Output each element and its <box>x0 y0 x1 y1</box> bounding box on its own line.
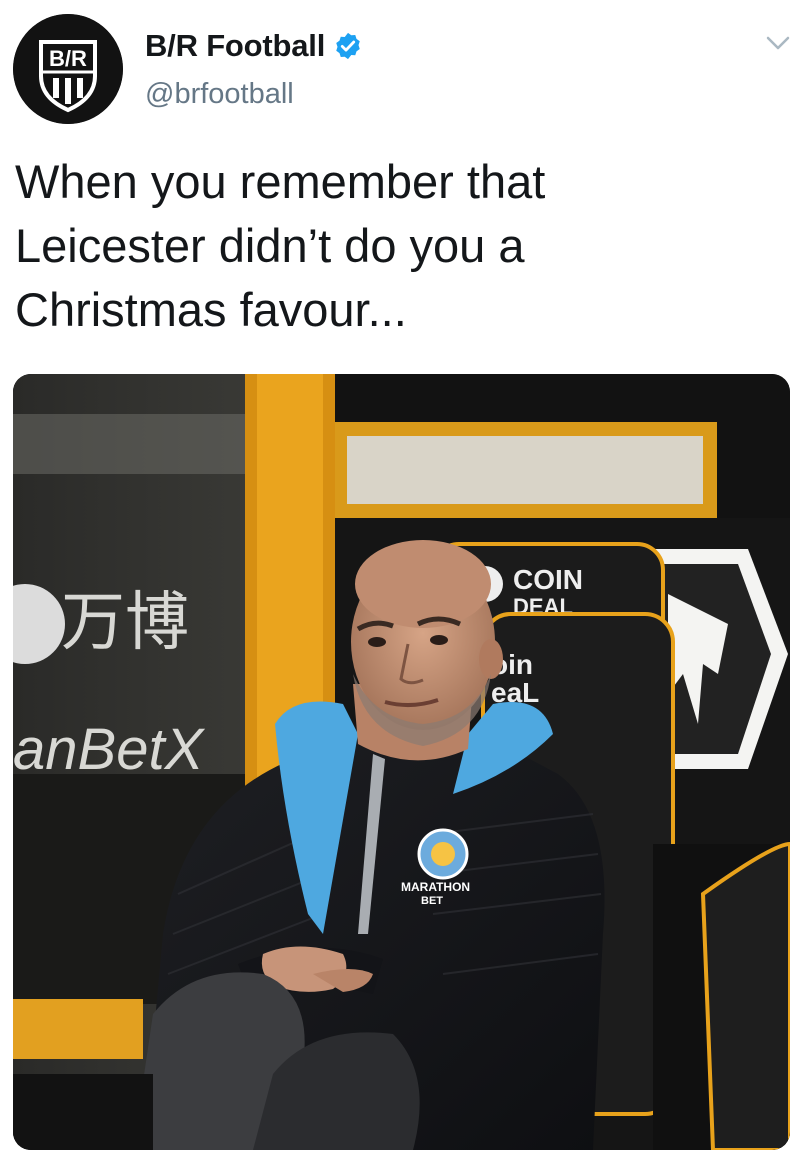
author-block: B/R Football @brfootball <box>145 26 363 111</box>
avatar-text: B/R <box>49 46 87 71</box>
verified-badge-icon <box>333 31 363 61</box>
sponsor-chinese-text: 万博 <box>61 586 189 660</box>
avatar[interactable]: B/R <box>13 14 123 124</box>
tweet-card: B/R B/R Football @brfootball When you re… <box>0 0 800 1154</box>
display-name[interactable]: B/R Football <box>145 28 325 64</box>
name-row: B/R Football <box>145 26 363 66</box>
tweet-text: When you remember that Leicester didn’t … <box>15 150 775 342</box>
chevron-down-icon[interactable] <box>765 33 791 53</box>
br-logo-icon: B/R <box>13 14 123 124</box>
jacket-sponsor-text: MARATHON <box>401 880 470 894</box>
sponsor-english-text: anBetX <box>13 717 206 782</box>
seat-brand-label: COIN <box>513 564 583 595</box>
handle[interactable]: @brfootball <box>145 78 363 111</box>
jacket-sponsor-text: BET <box>421 895 443 907</box>
photo-dugout: COIN DEAL oin eaL 万博 anBetX MARATHON BET <box>13 374 790 1150</box>
tweet-text-line: Leicester didn’t do you a <box>15 219 525 272</box>
tweet-media-image[interactable]: COIN DEAL oin eaL 万博 anBetX MARATHON BET <box>13 374 790 1150</box>
tweet-text-line: Christmas favour... <box>15 283 407 336</box>
tweet-text-line: When you remember that <box>15 155 546 208</box>
